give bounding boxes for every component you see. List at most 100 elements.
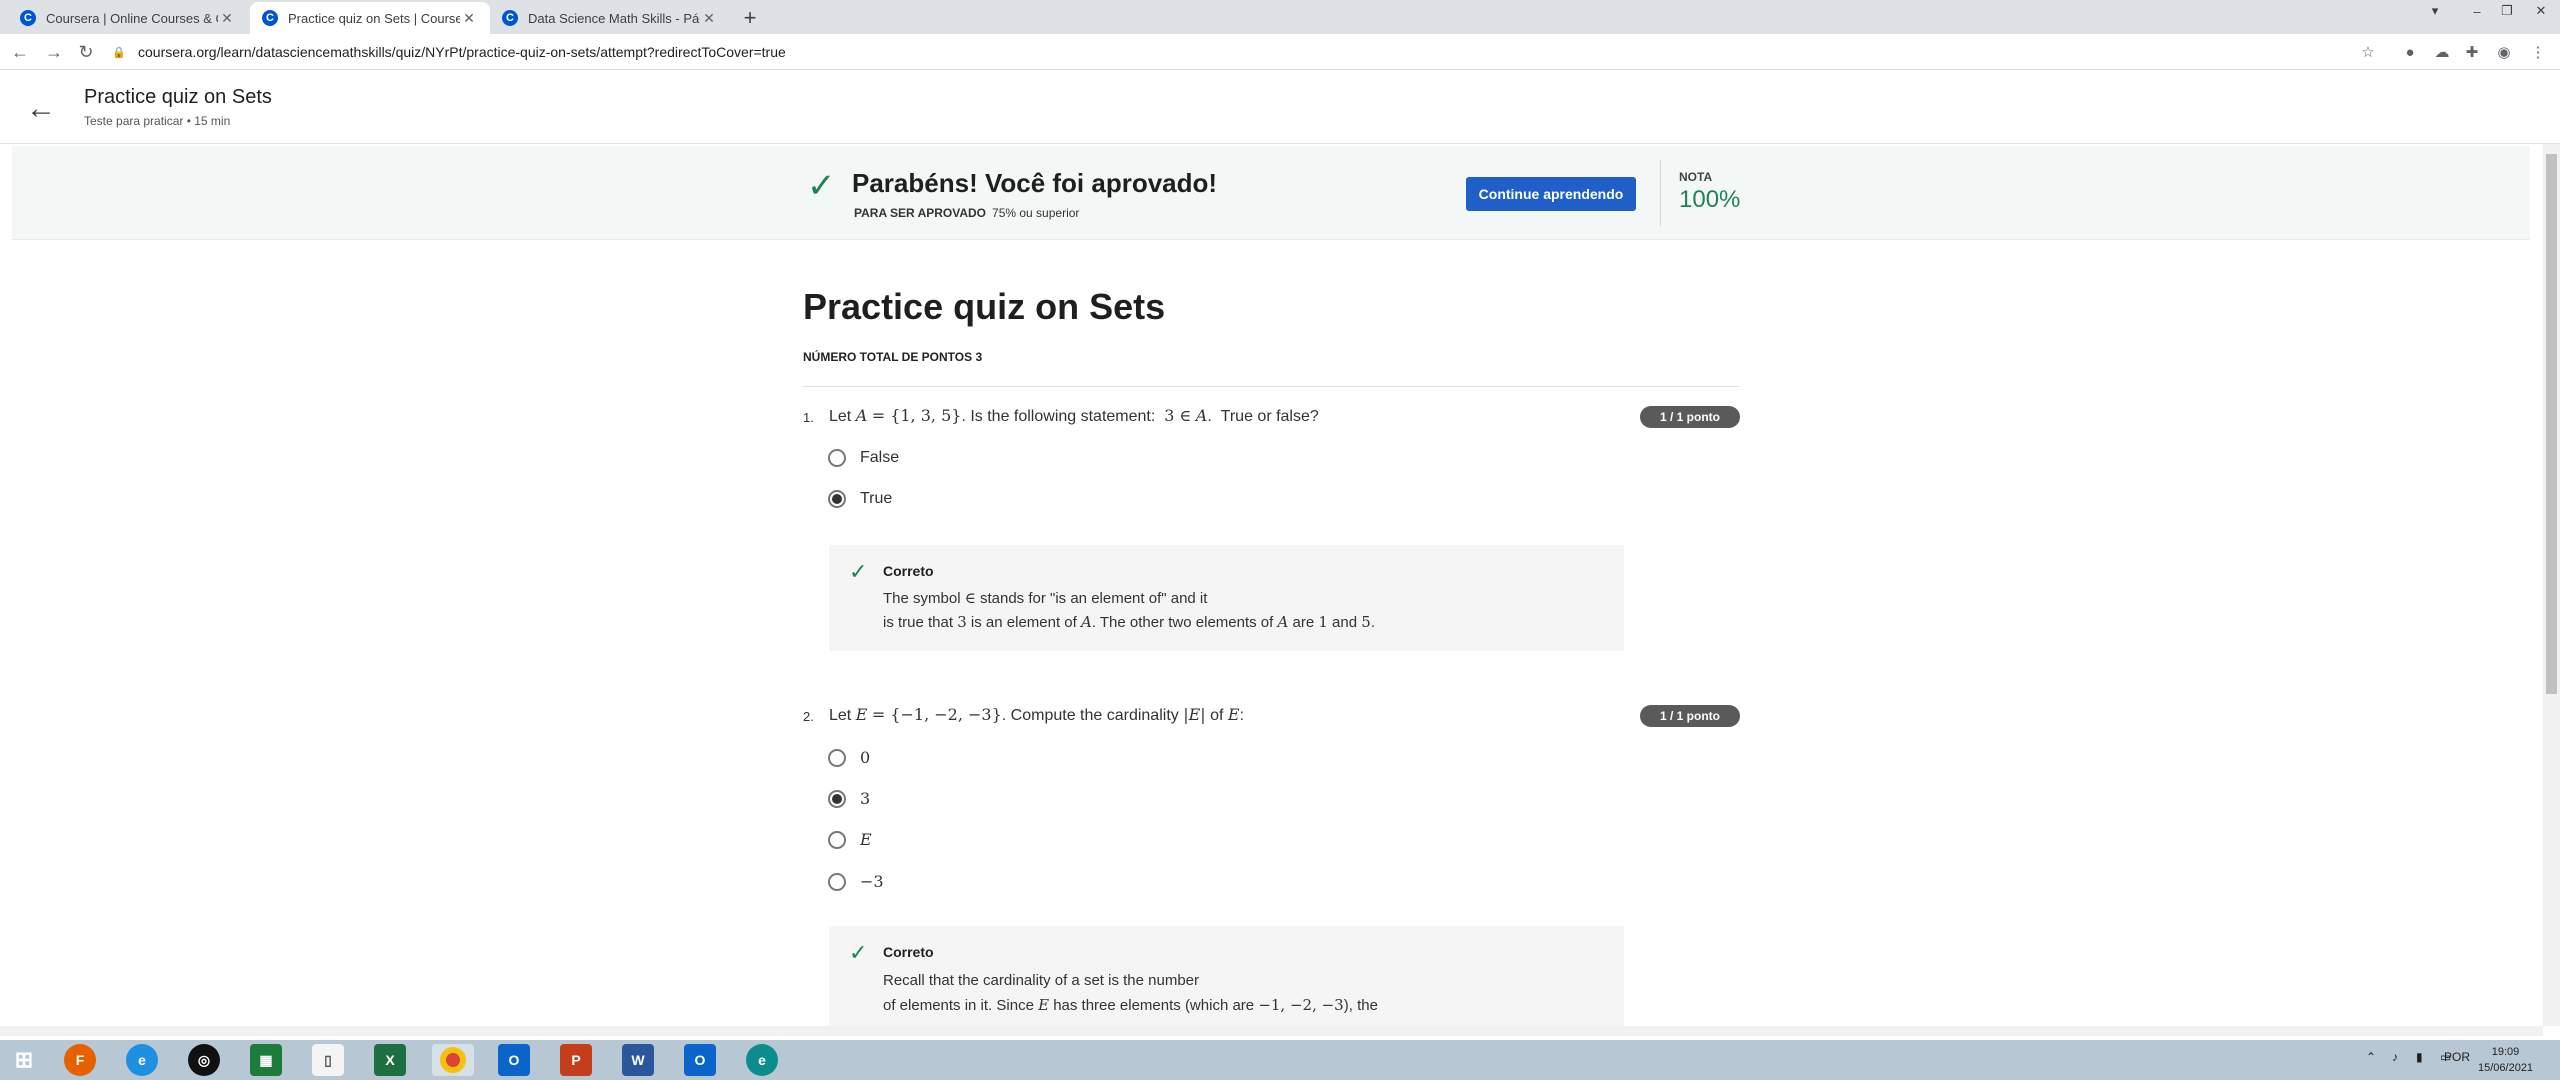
powerpoint-icon[interactable]: P: [560, 1044, 592, 1076]
obs-icon[interactable]: ◎: [188, 1044, 220, 1076]
tab-title: Data Science Math Skills - Página: [528, 10, 700, 26]
feedback-box: ✓ Correto The symbol ∈ stands for "is an…: [829, 545, 1624, 651]
result-banner: ✓ Parabéns! Você foi aprovado! PARA SER …: [12, 146, 2530, 240]
question-text: Let E = {−1, −2, −3}. Compute the cardin…: [829, 705, 1245, 724]
option-label: E: [860, 830, 872, 849]
answer-option[interactable]: −3: [828, 872, 884, 891]
extension-icon[interactable]: ●: [2400, 42, 2420, 62]
page-subtitle: Teste para praticar • 15 min: [84, 114, 231, 128]
question-number: 2.: [803, 709, 814, 724]
puzzle-extensions-icon[interactable]: ✚: [2462, 42, 2482, 62]
outlook-icon[interactable]: O: [498, 1044, 530, 1076]
total-points: NÚMERO TOTAL DE PONTOS 3: [803, 350, 983, 364]
browser-tab[interactable]: C Coursera | Online Courses & Cre ✕: [8, 2, 248, 34]
edge-icon[interactable]: e: [746, 1044, 778, 1076]
pass-message: Parabéns! Você foi aprovado!: [852, 168, 1218, 198]
close-icon[interactable]: ✕: [460, 10, 478, 27]
volume-icon[interactable]: ♪: [2392, 1050, 2398, 1064]
coursera-favicon-icon: C: [20, 10, 36, 26]
sheets-icon[interactable]: ▦: [250, 1044, 282, 1076]
language-indicator[interactable]: POR: [2444, 1050, 2470, 1064]
divider: [1660, 160, 1661, 226]
windows-taskbar: ⊞ F e ◎ ▦ ▯ X O P W O e ⌃ ♪ ▮ ▭ POR 19:0…: [0, 1040, 2560, 1080]
internet-explorer-icon[interactable]: e: [126, 1044, 158, 1076]
scrollbar-thumb[interactable]: [2546, 154, 2557, 694]
page-title: Practice quiz on Sets: [84, 86, 272, 108]
bookmark-star-icon[interactable]: ☆: [2358, 42, 2378, 62]
points-badge: 1 / 1 ponto: [1640, 705, 1740, 727]
pass-requirement: PARA SER APROVADO 75% ou superior: [854, 206, 1079, 220]
tray-chevron-icon[interactable]: ⌃: [2366, 1050, 2376, 1064]
url-text: coursera.org/learn/datasciencemathskills…: [138, 44, 786, 60]
new-tab-button[interactable]: +: [736, 4, 764, 32]
coursera-favicon-icon: C: [262, 10, 278, 26]
radio-button-selected[interactable]: [828, 789, 846, 808]
forward-icon[interactable]: →: [42, 40, 66, 64]
option-label: 0: [860, 748, 871, 767]
option-label: True: [860, 490, 893, 507]
feedback-heading: Correto: [883, 944, 934, 960]
option-label: 3: [860, 789, 871, 808]
radio-button[interactable]: [828, 872, 846, 891]
radio-button[interactable]: [828, 449, 846, 467]
feedback-box: ✓ Correto Recall that the cardinality of…: [829, 926, 1624, 1026]
menu-kebab-icon[interactable]: ⋮: [2528, 42, 2548, 62]
tab-title: Coursera | Online Courses & Cre: [46, 10, 218, 26]
divider: [803, 386, 1740, 387]
browser-tab-active[interactable]: C Practice quiz on Sets | Coursera ✕: [250, 2, 490, 34]
word-icon[interactable]: W: [622, 1044, 654, 1076]
browser-toolbar: ← → ↻ 🔒 coursera.org/learn/datasciencema…: [0, 34, 2560, 70]
close-window-button[interactable]: ✕: [2526, 0, 2556, 22]
radio-button[interactable]: [828, 830, 846, 849]
check-icon: ✓: [849, 559, 868, 584]
cloud-extension-icon[interactable]: ☁: [2432, 42, 2452, 62]
coursera-favicon-icon: C: [502, 10, 518, 26]
reload-icon[interactable]: ↻: [74, 40, 98, 64]
check-icon: ✓: [849, 940, 868, 965]
feedback-heading: Correto: [883, 563, 934, 579]
firefox-icon[interactable]: F: [64, 1044, 96, 1076]
excel-icon[interactable]: X: [374, 1044, 406, 1076]
answer-option[interactable]: 0: [828, 748, 870, 767]
clock-date: 15/06/2021: [2478, 1062, 2534, 1074]
file-icon[interactable]: ▯: [312, 1044, 344, 1076]
close-icon[interactable]: ✕: [700, 10, 718, 27]
feedback-text: is true that 3 is an element of A. The o…: [883, 613, 1375, 631]
profile-avatar[interactable]: ◉: [2494, 42, 2514, 62]
browser-tab[interactable]: C Data Science Math Skills - Página ✕: [490, 2, 730, 34]
tab-title: Practice quiz on Sets | Coursera: [288, 10, 460, 26]
close-icon[interactable]: ✕: [218, 10, 236, 27]
network-icon[interactable]: ▮: [2416, 1050, 2423, 1064]
browser-tab-strip: C Coursera | Online Courses & Cre ✕ C Pr…: [0, 0, 2560, 34]
answer-option[interactable]: 3: [828, 789, 870, 808]
check-icon: ✓: [807, 167, 836, 205]
minimize-button[interactable]: –: [2462, 0, 2492, 22]
answer-option[interactable]: True: [828, 490, 892, 508]
page-header: ← Practice quiz on Sets Teste para prati…: [0, 70, 2560, 144]
option-label: False: [860, 449, 900, 466]
radio-button-selected[interactable]: [828, 490, 846, 508]
tab-search-icon[interactable]: ▾: [2420, 0, 2450, 22]
chrome-icon[interactable]: [432, 1044, 474, 1076]
back-arrow-icon[interactable]: ←: [26, 92, 56, 126]
outlook-icon[interactable]: O: [684, 1044, 716, 1076]
windows-start-icon[interactable]: ⊞: [8, 1044, 40, 1076]
horizontal-scrollbar[interactable]: [0, 1026, 2543, 1036]
radio-button[interactable]: [828, 748, 846, 767]
answer-option[interactable]: E: [828, 830, 872, 849]
feedback-text: The symbol ∈ stands for "is an element o…: [883, 589, 1208, 607]
vertical-scrollbar[interactable]: [2543, 144, 2560, 1026]
clock-time: 19:09: [2491, 1046, 2520, 1058]
question-number: 1.: [803, 410, 814, 425]
grade-value: 100%: [1679, 186, 1741, 213]
continue-learning-button[interactable]: Continue aprendendo: [1466, 177, 1636, 211]
answer-option[interactable]: False: [828, 449, 899, 467]
address-bar[interactable]: 🔒 coursera.org/learn/datasciencemathskil…: [112, 39, 2352, 65]
system-clock[interactable]: 19:09 15/06/2021: [2478, 1044, 2533, 1076]
back-icon[interactable]: ←: [8, 40, 32, 64]
quiz-title: Practice quiz on Sets: [803, 286, 1166, 327]
option-label: −3: [860, 872, 884, 891]
restore-button[interactable]: ❐: [2492, 0, 2522, 22]
pass-requirement-label: PARA SER APROVADO: [854, 206, 987, 220]
feedback-text: of elements in it. Since E has three ele…: [883, 996, 1378, 1014]
